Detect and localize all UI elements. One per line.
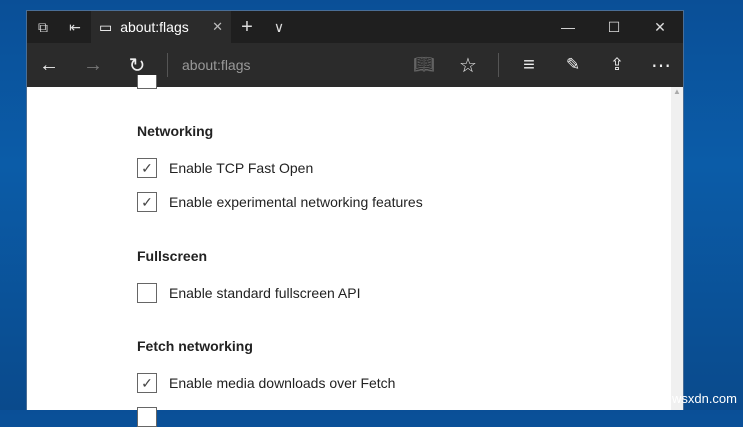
section-networking: Networking (137, 123, 214, 139)
section-fetch-networking: Fetch networking (137, 338, 253, 354)
reading-view-icon[interactable]: 📖︎ (402, 55, 446, 75)
flag-label: Enable experimental networking features (169, 194, 423, 210)
checkbox-partial[interactable] (137, 75, 157, 89)
page-icon: ▭ (99, 18, 113, 35)
checkbox-checked[interactable]: ✓ (137, 192, 157, 212)
flag-media-downloads-fetch[interactable]: ✓ Enable media downloads over Fetch (137, 373, 395, 393)
tab-bar: ⧉ ⇤ ▭ about:flags ✕ + ∨ — ☐ ✕ (27, 11, 683, 43)
checkbox-checked[interactable]: ✓ (137, 373, 157, 393)
nav-bar: ← → ↻ about:flags 📖︎ ☆ ≡ ✎ ⇪ ⋯ (27, 43, 683, 87)
hub-icon[interactable]: ≡ (507, 54, 551, 77)
flag-experimental-networking[interactable]: ✓ Enable experimental networking features (137, 192, 423, 212)
flag-standard-fullscreen[interactable]: Enable standard fullscreen API (137, 283, 360, 303)
minimize-button[interactable]: — (545, 19, 591, 36)
scrollbar[interactable]: ▲ (671, 87, 683, 410)
refresh-button[interactable]: ↻ (115, 53, 159, 78)
address-bar[interactable]: about:flags (176, 57, 402, 73)
checkbox-checked[interactable]: ✓ (137, 158, 157, 178)
tab-preview-chevron-icon[interactable]: ∨ (263, 11, 295, 43)
share-icon[interactable]: ⇪ (595, 55, 639, 75)
more-icon[interactable]: ⋯ (639, 53, 683, 78)
flags-page: Networking ✓ Enable TCP Fast Open ✓ Enable… (27, 75, 673, 427)
divider (498, 53, 499, 77)
favorite-star-icon[interactable]: ☆ (446, 53, 490, 78)
section-fullscreen: Fullscreen (137, 248, 208, 264)
divider (167, 53, 168, 77)
browser-window: ⧉ ⇤ ▭ about:flags ✕ + ∨ — ☐ ✕ ← → ↻ abou… (26, 10, 684, 427)
checkbox-unchecked[interactable] (137, 283, 157, 303)
close-tab-icon[interactable]: ✕ (212, 19, 223, 35)
tab-title: about:flags (120, 19, 189, 35)
flag-label: Enable standard fullscreen API (169, 285, 361, 301)
flag-tcp-fast-open[interactable]: ✓ Enable TCP Fast Open (137, 158, 313, 178)
watermark: wsxdn.com (671, 391, 737, 406)
close-window-button[interactable]: ✕ (637, 19, 683, 36)
flag-label: Enable media downloads over Fetch (169, 375, 396, 391)
new-tab-button[interactable]: + (231, 11, 263, 43)
back-button[interactable]: ← (27, 54, 71, 77)
maximize-button[interactable]: ☐ (591, 19, 637, 36)
tab-about-flags[interactable]: ▭ about:flags ✕ (91, 11, 231, 43)
forward-button[interactable]: → (71, 54, 115, 77)
flag-label: Enable TCP Fast Open (169, 160, 314, 176)
web-note-icon[interactable]: ✎ (551, 55, 595, 75)
set-aside-tabs-icon[interactable]: ⇤ (59, 11, 91, 43)
checkbox-partial[interactable] (137, 407, 157, 427)
tab-manager-icon[interactable]: ⧉ (27, 11, 59, 43)
